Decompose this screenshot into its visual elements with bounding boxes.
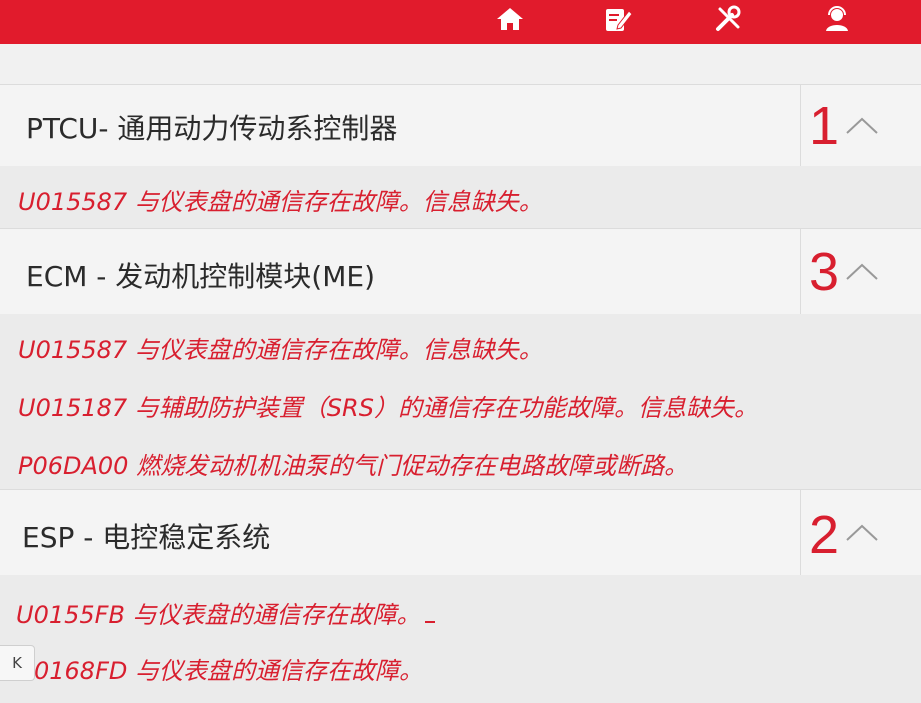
section-header-ecm[interactable]: ECM - 发动机控制模块(ME) 3 bbox=[0, 228, 921, 316]
fault-count-box: 3 bbox=[800, 229, 921, 315]
edit-report-icon[interactable] bbox=[600, 2, 634, 36]
chevron-up-icon[interactable] bbox=[845, 261, 879, 281]
fault-count: 2 bbox=[809, 505, 840, 565]
fault-code-row: P06DA00 燃烧发动机机油泵的气门促动存在电路故障或断路。 bbox=[18, 452, 689, 480]
section-header-esp[interactable]: ESP - 电控稳定系统 2 bbox=[0, 489, 921, 577]
fault-code-row: 0168FD 与仪表盘的通信存在故障。 bbox=[34, 657, 423, 685]
chevron-up-icon[interactable] bbox=[845, 522, 879, 542]
top-toolbar bbox=[0, 0, 921, 44]
home-icon[interactable] bbox=[493, 2, 527, 36]
fault-list: U015587 与仪表盘的通信存在故障。信息缺失。 U015187 与辅助防护装… bbox=[0, 314, 921, 489]
sub-header-bar bbox=[0, 44, 921, 84]
fault-code-row: U015187 与辅助防护装置（SRS）的通信存在功能故障。信息缺失。 bbox=[18, 394, 758, 422]
fault-list: U015587 与仪表盘的通信存在故障。信息缺失。 bbox=[0, 166, 921, 228]
section-title: ESP - 电控稳定系统 bbox=[22, 521, 271, 554]
user-support-icon[interactable] bbox=[820, 2, 854, 36]
section-title: PTCU- 通用动力传动系控制器 bbox=[26, 112, 398, 145]
fault-code-row: U015587 与仪表盘的通信存在故障。信息缺失。 bbox=[18, 188, 543, 216]
tools-icon[interactable] bbox=[711, 2, 745, 36]
fault-code-row: U015587 与仪表盘的通信存在故障。信息缺失。 bbox=[18, 336, 543, 364]
text-cursor bbox=[424, 603, 435, 623]
fault-code-row: U0155FB 与仪表盘的通信存在故障。 bbox=[16, 595, 435, 630]
section-title: ECM - 发动机控制模块(ME) bbox=[26, 260, 376, 293]
fault-count-box: 2 bbox=[800, 490, 921, 576]
fault-count: 1 bbox=[809, 96, 840, 156]
fault-count-box: 1 bbox=[800, 85, 921, 167]
fault-code-text: U0155FB 与仪表盘的通信存在故障。 bbox=[16, 601, 421, 629]
collapse-side-button[interactable]: K bbox=[0, 645, 35, 681]
fault-count: 3 bbox=[809, 242, 840, 302]
fault-list: U0155FB 与仪表盘的通信存在故障。 0168FD 与仪表盘的通信存在故障。 bbox=[0, 575, 921, 703]
chevron-up-icon[interactable] bbox=[845, 115, 879, 135]
section-header-ptcu[interactable]: PTCU- 通用动力传动系控制器 1 bbox=[0, 84, 921, 168]
